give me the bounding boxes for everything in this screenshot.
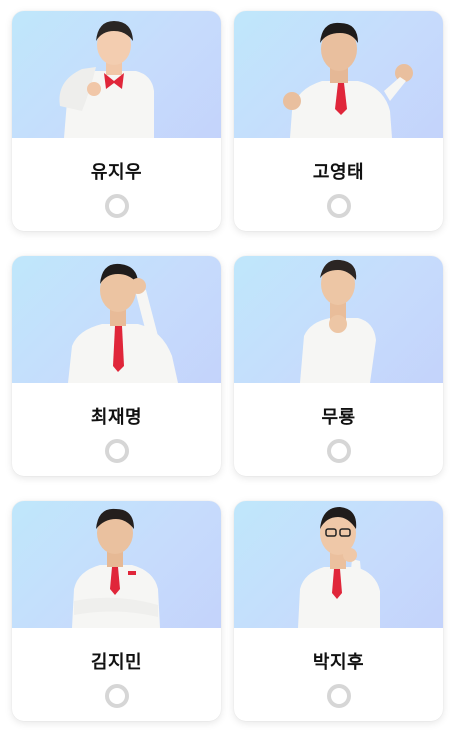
select-radio[interactable] — [326, 194, 351, 218]
select-radio[interactable] — [104, 684, 129, 708]
candidate-name: 유지우 — [90, 162, 143, 183]
candidate-card[interactable]: 고영태 — [234, 11, 443, 231]
candidate-card[interactable]: 무룡 — [234, 256, 443, 476]
candidate-grid: 유지우 고영태 최재명 무룡 김지민 박지후 — [12, 11, 444, 721]
candidate-card[interactable]: 유지우 — [12, 11, 221, 231]
candidate-name: 무룡 — [321, 407, 356, 428]
candidate-name: 최재명 — [90, 407, 143, 428]
candidate-card[interactable]: 김지민 — [12, 501, 221, 721]
candidate-photo — [234, 11, 443, 138]
candidate-photo — [234, 501, 443, 628]
candidate-photo — [12, 501, 221, 628]
select-radio[interactable] — [326, 439, 351, 463]
candidate-name: 김지민 — [90, 652, 143, 673]
candidate-photo — [12, 11, 221, 138]
select-radio[interactable] — [104, 439, 129, 463]
candidate-card[interactable]: 최재명 — [12, 256, 221, 476]
candidate-photo — [234, 256, 443, 383]
select-radio[interactable] — [326, 684, 351, 708]
candidate-name: 고영태 — [312, 162, 365, 183]
select-radio[interactable] — [104, 194, 129, 218]
candidate-name: 박지후 — [312, 652, 365, 673]
candidate-card[interactable]: 박지후 — [234, 501, 443, 721]
candidate-photo — [12, 256, 221, 383]
